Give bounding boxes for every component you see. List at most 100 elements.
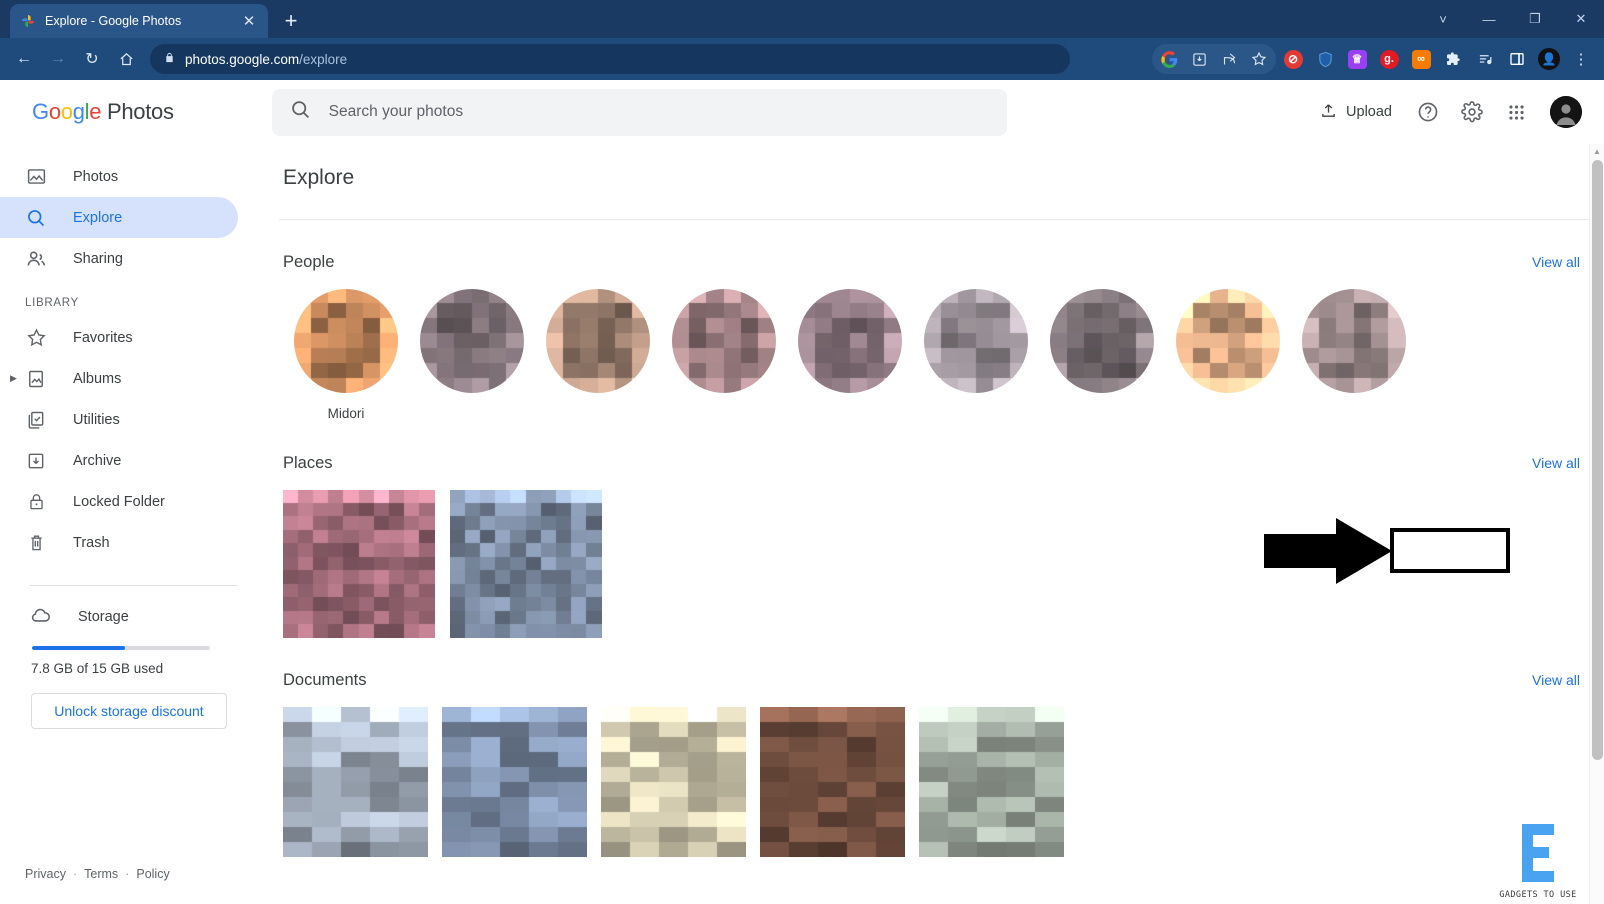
terms-link[interactable]: Terms (84, 867, 118, 881)
orange-extension-icon[interactable]: ∞ (1406, 44, 1436, 74)
person-face-image[interactable] (1302, 289, 1406, 393)
scroll-up-arrow-icon[interactable]: ▲ (1590, 144, 1604, 159)
places-view-all-link[interactable]: View all (1530, 451, 1582, 475)
people-thumbnail-row: Midori (283, 274, 1582, 421)
upload-label: Upload (1346, 104, 1392, 120)
person-face-image[interactable] (798, 289, 902, 393)
google-photos-app: Google Photos Search your photos Upload … (0, 80, 1604, 904)
lock-icon (25, 492, 47, 511)
person-face-image[interactable] (1176, 289, 1280, 393)
tab-close-icon[interactable]: ✕ (240, 12, 258, 30)
grammar-extension-icon[interactable]: ♕ (1342, 44, 1372, 74)
install-app-icon[interactable] (1184, 44, 1214, 74)
address-bar[interactable]: photos.google.com/explore (150, 44, 1070, 74)
person-thumbnail[interactable] (1165, 289, 1291, 421)
omnibox-action-group (1152, 44, 1276, 74)
vpn-shield-extension-icon[interactable] (1310, 44, 1340, 74)
separator: · (125, 867, 130, 881)
documents-view-all-link[interactable]: View all (1530, 668, 1582, 692)
chrome-profile-avatar[interactable]: 👤 (1534, 44, 1564, 74)
people-view-all-link[interactable]: View all (1530, 250, 1582, 274)
person-face-image[interactable] (546, 289, 650, 393)
cloud-icon (30, 604, 52, 630)
sidebar-item-photos[interactable]: Photos (0, 156, 238, 197)
header-actions: Upload (1308, 92, 1584, 132)
extensions-puzzle-icon[interactable] (1438, 44, 1468, 74)
document-thumbnail[interactable] (442, 707, 587, 857)
apps-grid-icon[interactable] (1496, 92, 1536, 132)
g-extension-icon[interactable]: g. (1374, 44, 1404, 74)
tab-search-chevron-icon[interactable]: ˅ (1420, 0, 1466, 38)
tab-title: Explore - Google Photos (45, 14, 182, 28)
page-title: Explore (283, 166, 355, 189)
reload-button[interactable]: ↻ (76, 43, 108, 75)
document-thumbnail[interactable] (601, 707, 746, 857)
person-face-image[interactable] (924, 289, 1028, 393)
scrollbar-thumb[interactable] (1592, 160, 1603, 760)
toolbar-icons: ⊘ ♕ g. ∞ 👤 ⋮ (1152, 44, 1596, 74)
new-tab-button[interactable]: + (276, 6, 306, 36)
document-thumbnail[interactable] (283, 707, 428, 857)
google-profile-icon[interactable] (1154, 44, 1184, 74)
upload-icon (1320, 102, 1337, 123)
url-path: /explore (299, 51, 348, 67)
document-thumbnail[interactable] (919, 707, 1064, 857)
sidebar-item-sharing[interactable]: Sharing (0, 238, 238, 279)
sidebar: Photos Explore Sharing LIBRARY Favorites… (0, 144, 265, 904)
person-thumbnail[interactable] (913, 289, 1039, 421)
policy-link[interactable]: Policy (136, 867, 169, 881)
privacy-link[interactable]: Privacy (25, 867, 66, 881)
adblock-extension-icon[interactable]: ⊘ (1278, 44, 1308, 74)
window-controls: ˅ — ❐ ✕ (1420, 0, 1604, 38)
sidebar-item-albums[interactable]: ▶ Albums (0, 358, 238, 399)
home-button[interactable] (110, 43, 142, 75)
sidebar-item-label: Utilities (73, 411, 120, 428)
sidebar-item-explore[interactable]: Explore (0, 197, 238, 238)
place-thumbnail[interactable] (450, 490, 602, 638)
account-avatar[interactable] (1550, 96, 1582, 128)
person-thumbnail[interactable] (409, 289, 535, 421)
search-placeholder: Search your photos (328, 103, 464, 120)
minimize-button[interactable]: — (1466, 0, 1512, 38)
chrome-menu-icon[interactable]: ⋮ (1566, 44, 1596, 74)
sidebar-item-trash[interactable]: Trash (0, 522, 238, 563)
search-input[interactable]: Search your photos (271, 88, 1007, 136)
unlock-storage-discount-button[interactable]: Unlock storage discount (31, 693, 227, 729)
people-share-icon (25, 248, 47, 270)
person-face-image[interactable] (672, 289, 776, 393)
storage-section[interactable]: Storage (0, 586, 265, 630)
person-name-label: Midori (327, 406, 365, 421)
vertical-scrollbar[interactable]: ▲ (1589, 144, 1604, 904)
reading-list-icon[interactable] (1470, 44, 1500, 74)
browser-tab[interactable]: Explore - Google Photos ✕ (10, 4, 268, 38)
sidebar-item-utilities[interactable]: Utilities (0, 399, 238, 440)
person-face-image[interactable] (420, 289, 524, 393)
person-thumbnail[interactable] (1291, 289, 1417, 421)
person-thumbnail[interactable] (661, 289, 787, 421)
back-button[interactable]: ← (8, 43, 40, 75)
upload-button[interactable]: Upload (1308, 94, 1404, 131)
close-window-button[interactable]: ✕ (1558, 0, 1604, 38)
maximize-button[interactable]: ❐ (1512, 0, 1558, 38)
person-thumbnail[interactable] (535, 289, 661, 421)
storage-usage-text: 7.8 GB of 15 GB used (31, 661, 164, 676)
sidebar-item-favorites[interactable]: Favorites (0, 317, 238, 358)
chevron-right-icon[interactable]: ▶ (10, 374, 17, 383)
person-thumbnail[interactable]: Midori (283, 289, 409, 421)
person-face-image[interactable] (1050, 289, 1154, 393)
google-photos-logo[interactable]: Google Photos (32, 99, 174, 125)
sidebar-item-archive[interactable]: Archive (0, 440, 238, 481)
person-thumbnail[interactable] (1039, 289, 1165, 421)
forward-button[interactable]: → (42, 43, 74, 75)
person-thumbnail[interactable] (787, 289, 913, 421)
place-thumbnail[interactable] (283, 490, 435, 638)
bookmark-star-icon[interactable] (1244, 44, 1274, 74)
gear-icon[interactable] (1452, 92, 1492, 132)
help-circle-icon[interactable] (1408, 92, 1448, 132)
sidebar-item-locked-folder[interactable]: Locked Folder (0, 481, 238, 522)
document-thumbnail[interactable] (760, 707, 905, 857)
side-panel-icon[interactable] (1502, 44, 1532, 74)
share-icon[interactable] (1214, 44, 1244, 74)
person-face-image[interactable] (294, 289, 398, 393)
section-title: Documents (283, 670, 367, 689)
